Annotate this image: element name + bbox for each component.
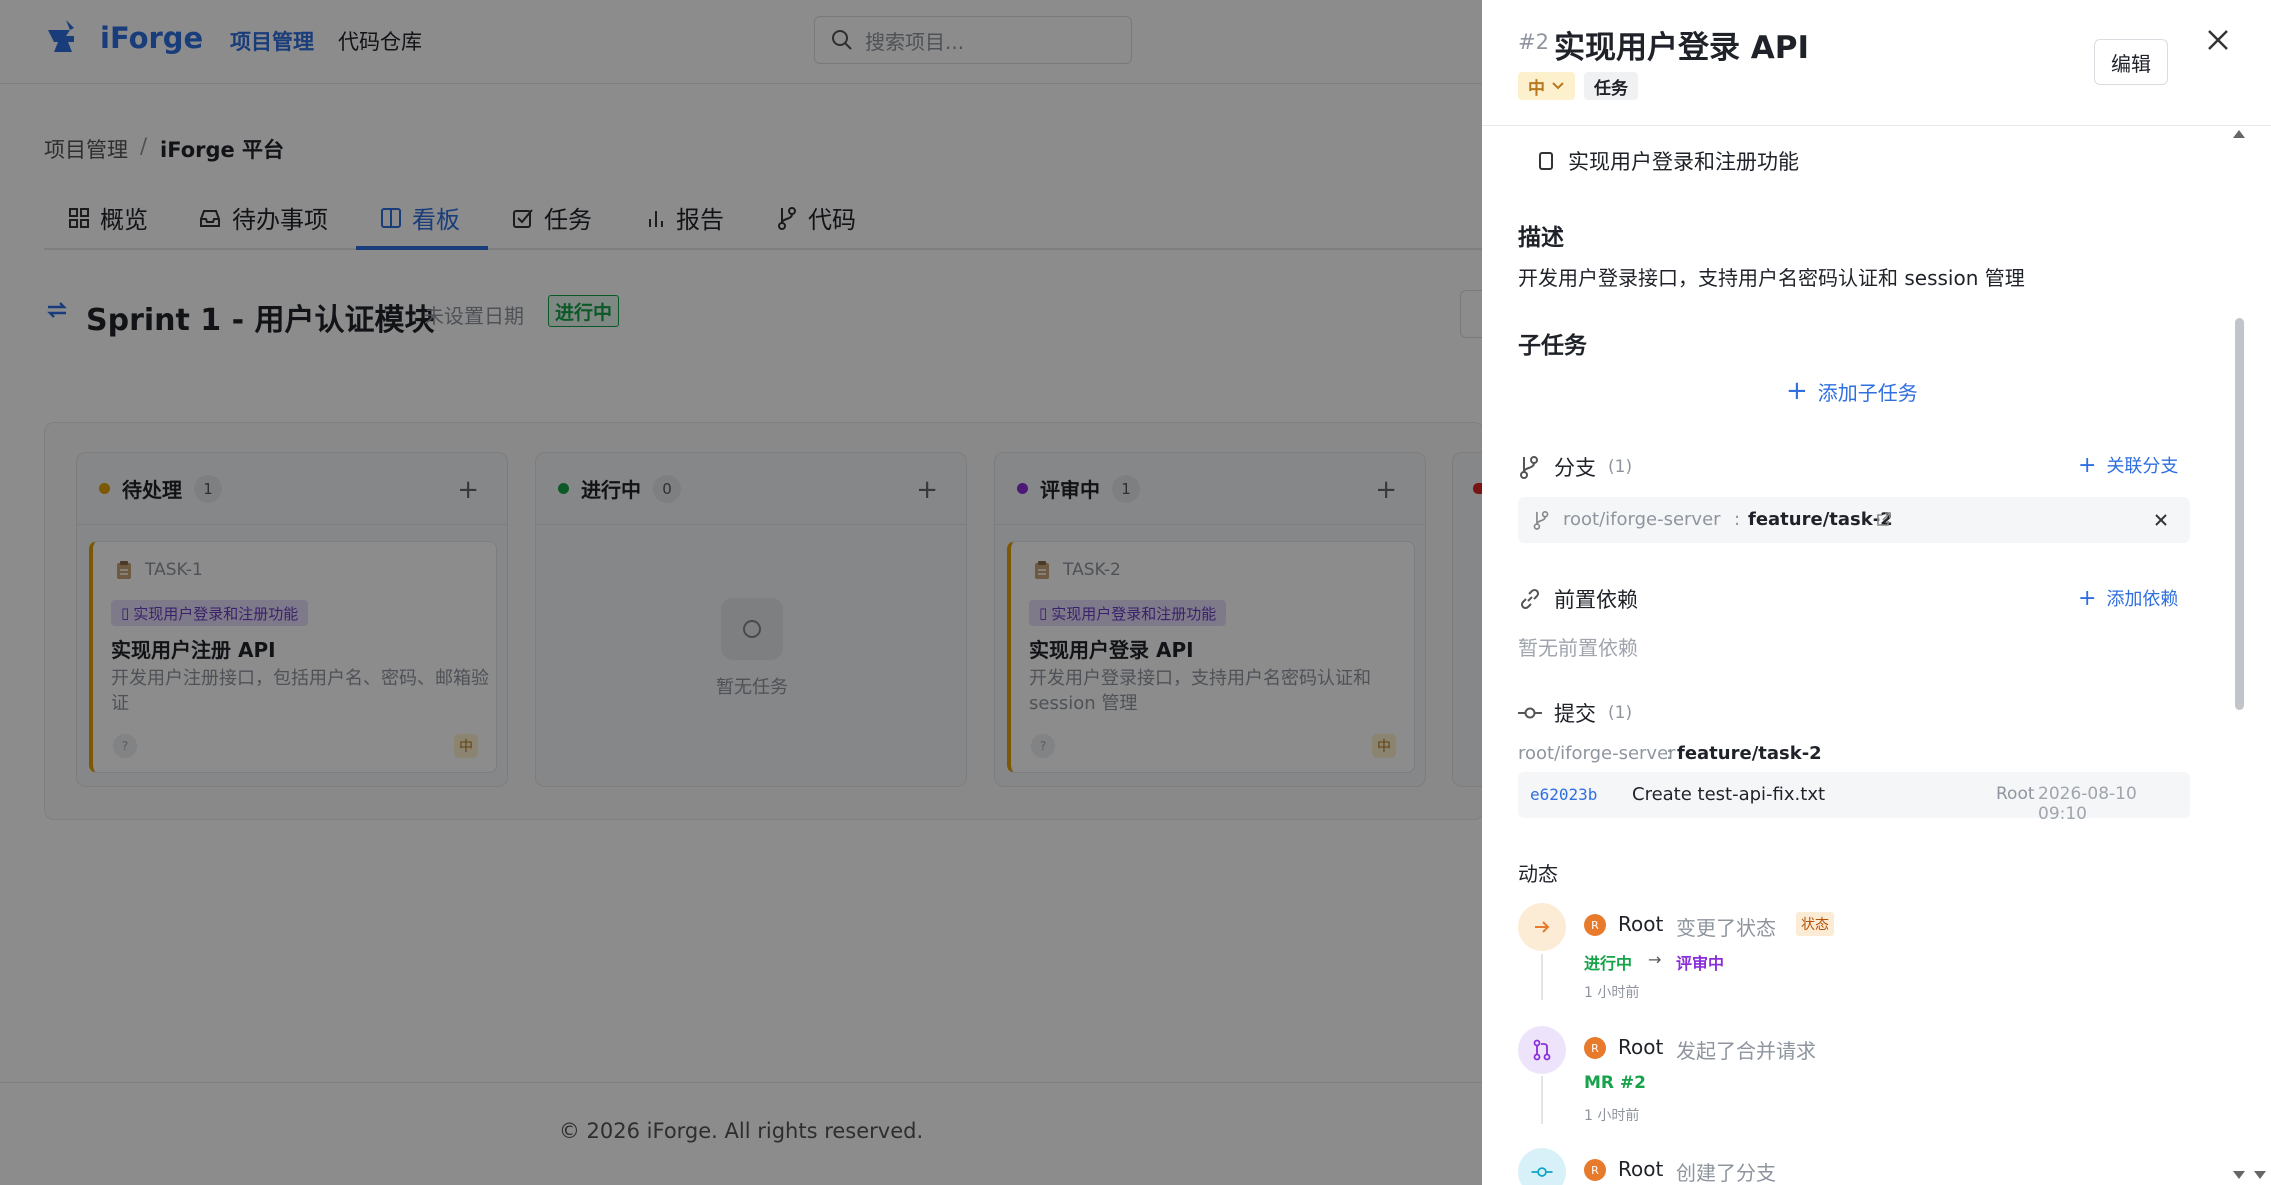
activity-heading: 动态 xyxy=(1518,862,1558,886)
branch-repo: root/iforge-server xyxy=(1563,509,1721,530)
epic-title: 实现用户登录和注册功能 xyxy=(1568,150,1799,174)
dependencies-empty: 暂无前置依赖 xyxy=(1518,636,1638,660)
timeline-connector xyxy=(1541,954,1543,1000)
link-icon xyxy=(1520,588,1540,610)
plus-icon: + xyxy=(2078,585,2097,611)
commit-branch: feature/task-2 xyxy=(1677,743,1822,764)
branch-icon xyxy=(1533,511,1549,530)
activity-user[interactable]: Root xyxy=(1618,912,1663,936)
commit-separator: : xyxy=(1666,743,1673,764)
type-badge: 任务 xyxy=(1584,72,1638,100)
branch-created-icon xyxy=(1518,1148,1566,1185)
drawer-header: #2 实现用户登录 API 中 任务 编辑 xyxy=(1482,0,2271,126)
add-dependency-button[interactable]: + 添加依赖 xyxy=(2078,585,2178,611)
commit-row[interactable]: e62023b Create test-api-fix.txt Root 202… xyxy=(1518,772,2190,824)
task-title: 实现用户登录 API xyxy=(1554,30,1810,66)
commit-icon xyxy=(1518,707,1542,719)
branches-heading: 分支 (1) xyxy=(1518,452,1632,482)
description-heading: 描述 xyxy=(1518,225,1564,251)
activity-user[interactable]: Root xyxy=(1618,1157,1663,1181)
plus-icon: + xyxy=(1786,376,1808,406)
add-dependency-label: 添加依赖 xyxy=(2106,589,2179,610)
activity-action: 变更了状态 xyxy=(1676,916,1776,940)
activity-time: 1 小时前 xyxy=(1584,1108,1640,1124)
timeline-connector xyxy=(1541,1076,1543,1124)
external-link-icon[interactable] xyxy=(1876,511,1892,527)
commit-sha[interactable]: e62023b xyxy=(1530,785,1597,804)
close-button[interactable] xyxy=(2198,20,2238,60)
branches-count: (1) xyxy=(1608,457,1633,477)
branches-title: 分支 xyxy=(1554,456,1596,480)
commits-count: (1) xyxy=(1608,703,1633,723)
chevron-down-icon xyxy=(1552,82,1564,90)
status-from: 进行中 xyxy=(1584,954,1633,973)
arrow-icon: → xyxy=(1648,950,1662,969)
dependencies-title: 前置依赖 xyxy=(1554,588,1638,612)
branch-row[interactable]: root/iforge-server : feature/task-2 xyxy=(1518,497,2190,543)
scrollbar-thumb[interactable] xyxy=(2235,318,2244,710)
branch-separator: : xyxy=(1734,509,1741,530)
activity-action: 创建了分支 xyxy=(1676,1161,1776,1185)
commit-message: Create test-api-fix.txt xyxy=(1632,784,1826,805)
commit-repo: root/iforge-server xyxy=(1518,743,1676,764)
activity-time: 1 小时前 xyxy=(1584,985,1640,1001)
activity-user[interactable]: Root xyxy=(1618,1035,1663,1059)
dependencies-heading: 前置依赖 xyxy=(1518,584,1638,614)
task-number: #2 xyxy=(1518,30,1549,54)
link-branch-label: 关联分支 xyxy=(2106,456,2179,477)
task-detail-drawer: #2 实现用户登录 API 中 任务 编辑 实现用户登录和注册功能 描述 开发用… xyxy=(1482,0,2271,1185)
remove-branch-icon[interactable] xyxy=(2154,513,2168,527)
activity-action: 发起了合并请求 xyxy=(1676,1039,1816,1063)
add-subtask-button[interactable]: + 添加子任务 xyxy=(1786,376,1918,406)
status-change-icon xyxy=(1518,903,1566,951)
description-text: 开发用户登录接口，支持用户名密码认证和 session 管理 xyxy=(1518,266,2025,290)
epic-link[interactable]: 实现用户登录和注册功能 xyxy=(1538,146,1799,176)
close-icon xyxy=(2208,30,2228,50)
plus-icon: + xyxy=(2078,452,2097,478)
subtasks-heading: 子任务 xyxy=(1518,333,1587,359)
scroll-down-arrow-icon[interactable] xyxy=(2232,1169,2246,1181)
edit-button[interactable]: 编辑 xyxy=(2094,39,2168,85)
commits-title: 提交 xyxy=(1554,702,1596,726)
commit-author: Root xyxy=(1996,784,2035,804)
link-branch-button[interactable]: + 关联分支 xyxy=(2078,452,2178,478)
commits-heading: 提交 (1) xyxy=(1518,698,1632,728)
bookmark-icon xyxy=(1539,152,1553,170)
branch-name[interactable]: feature/task-2 xyxy=(1748,509,1893,530)
scroll-up-arrow-icon[interactable] xyxy=(2232,128,2246,140)
commit-time: 2026-08-10 09:10 xyxy=(2038,784,2137,824)
scroll-down-arrow-icon[interactable] xyxy=(2253,1169,2267,1181)
priority-label: 中 xyxy=(1528,78,1545,99)
merge-request-icon xyxy=(1518,1026,1566,1074)
drawer-scrollbar[interactable] xyxy=(2230,126,2248,1185)
branch-icon xyxy=(1520,456,1538,479)
add-subtask-label: 添加子任务 xyxy=(1817,380,1918,405)
status-to: 评审中 xyxy=(1676,954,1725,973)
user-avatar: R xyxy=(1584,914,1606,936)
merge-request-link[interactable]: MR #2 xyxy=(1584,1073,1646,1093)
user-avatar: R xyxy=(1584,1159,1606,1181)
user-avatar: R xyxy=(1584,1037,1606,1059)
activity-tag: 状态 xyxy=(1796,912,1834,936)
priority-dropdown[interactable]: 中 xyxy=(1518,72,1575,100)
